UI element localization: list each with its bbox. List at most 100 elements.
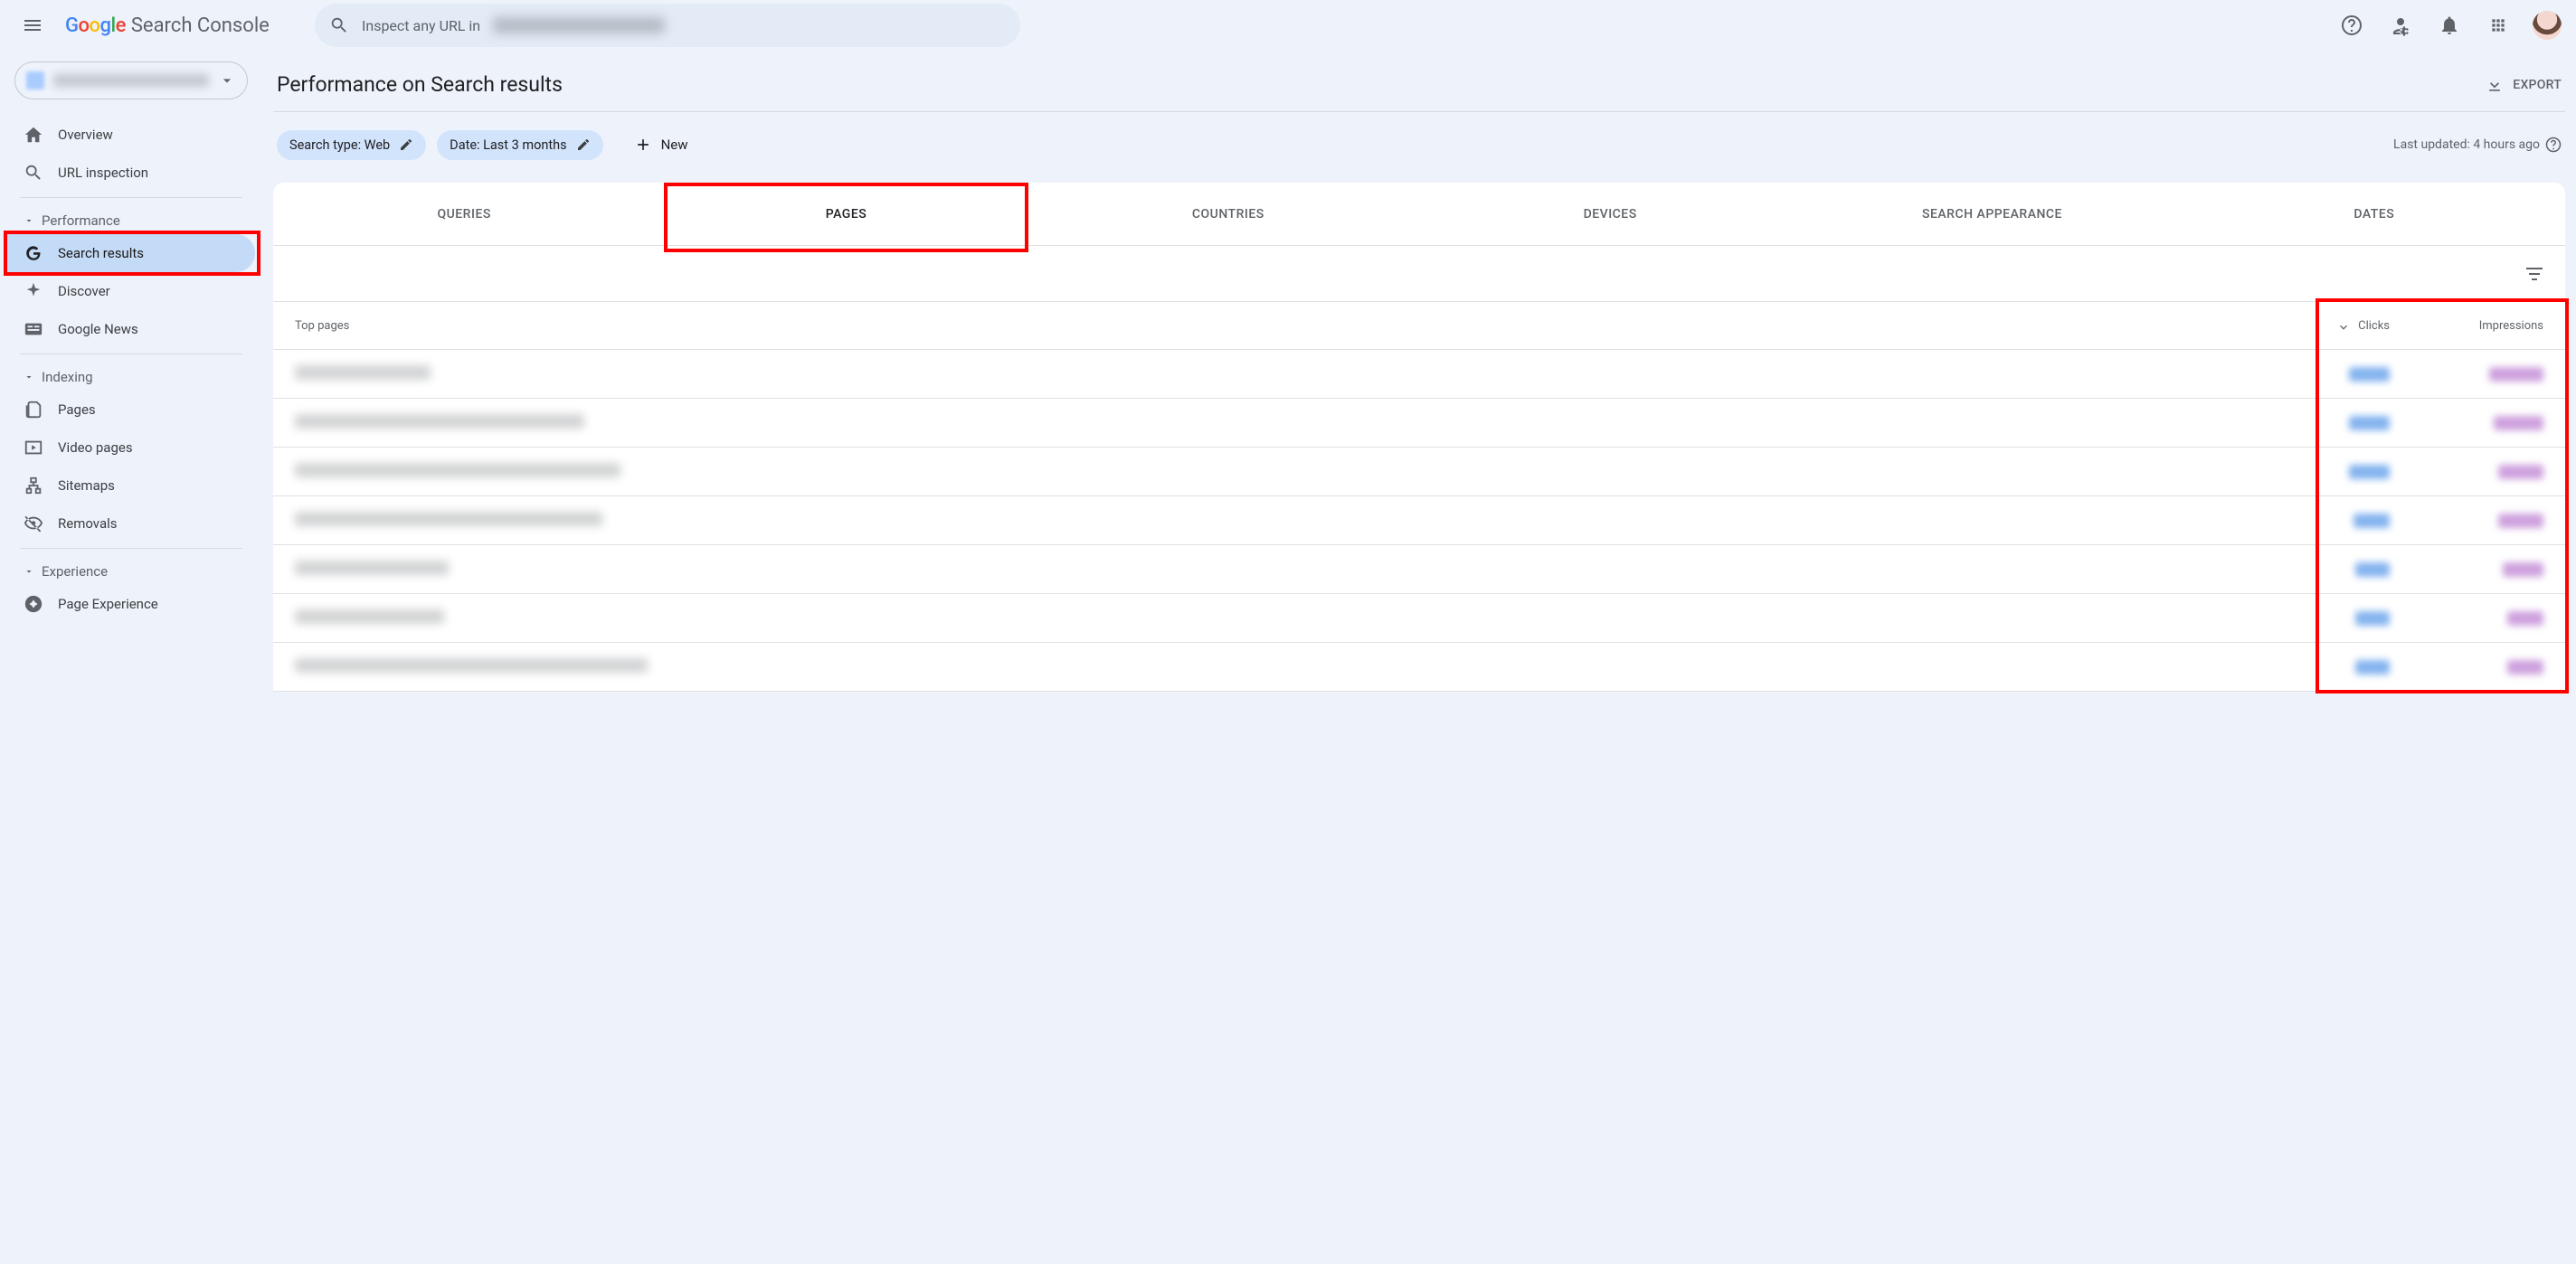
- chevron-down-icon: [24, 215, 34, 226]
- redacted-property: [493, 17, 665, 33]
- table-row[interactable]: [273, 496, 2565, 545]
- section-label: Performance: [42, 212, 120, 229]
- main-content: Performance on Search results EXPORT Sea…: [262, 51, 2576, 1264]
- sidebar-item-pages[interactable]: Pages: [7, 391, 255, 429]
- sidebar-item-label: Search results: [58, 245, 144, 261]
- sidebar-item-discover[interactable]: Discover: [7, 272, 255, 310]
- section-label: Indexing: [42, 369, 93, 385]
- sidebar-item-label: Pages: [58, 401, 96, 418]
- filter-chip-date[interactable]: Date: Last 3 months: [437, 130, 602, 160]
- download-icon: [2486, 76, 2504, 94]
- chevron-down-icon: [24, 566, 34, 577]
- google-g-icon: [24, 243, 43, 263]
- sitemap-icon: [24, 476, 43, 495]
- redacted-clicks: [2353, 514, 2390, 528]
- sidebar-section-performance[interactable]: Performance: [7, 203, 255, 234]
- redacted-property-name: [53, 74, 209, 87]
- sidebar-item-url-inspection[interactable]: URL inspection: [7, 154, 255, 192]
- sidebar-item-page-experience[interactable]: Page Experience: [7, 585, 255, 623]
- sidebar-section-indexing[interactable]: Indexing: [7, 360, 255, 391]
- search-placeholder-prefix: Inspect any URL in: [362, 17, 480, 34]
- plus-icon: [634, 136, 652, 154]
- redacted-impressions: [2498, 514, 2543, 528]
- sidebar-section-experience[interactable]: Experience: [7, 554, 255, 585]
- redacted-clicks: [2355, 611, 2390, 626]
- news-icon: [24, 319, 43, 339]
- redacted-page-url: [295, 561, 449, 575]
- export-button[interactable]: EXPORT: [2486, 76, 2562, 94]
- sidebar-item-video-pages[interactable]: Video pages: [7, 429, 255, 467]
- redacted-page-url: [295, 512, 602, 526]
- search-icon: [329, 15, 349, 35]
- chevron-down-icon: [24, 372, 34, 382]
- video-icon: [24, 438, 43, 457]
- help-icon[interactable]: [2545, 137, 2562, 153]
- table-row[interactable]: [273, 350, 2565, 399]
- redacted-impressions: [2489, 367, 2543, 382]
- redacted-impressions: [2503, 562, 2543, 577]
- discover-icon: [24, 281, 43, 301]
- tab-label: COUNTRIES: [1192, 207, 1264, 222]
- column-header-impressions[interactable]: Impressions: [2390, 319, 2543, 333]
- table-header-row: Top pages Clicks Impressions: [273, 302, 2565, 350]
- table-row[interactable]: [273, 545, 2565, 594]
- redacted-clicks: [2349, 367, 2390, 382]
- search-icon: [24, 163, 43, 183]
- user-settings-icon[interactable]: [2381, 5, 2420, 45]
- redacted-clicks: [2349, 465, 2390, 479]
- property-selector[interactable]: [14, 61, 248, 99]
- column-header-clicks[interactable]: Clicks: [2263, 318, 2390, 333]
- chip-label: Search type: Web: [289, 137, 390, 153]
- sidebar-item-label: Removals: [58, 515, 118, 532]
- notifications-icon[interactable]: [2429, 5, 2469, 45]
- tab-queries[interactable]: QUERIES: [273, 183, 655, 245]
- table-row[interactable]: [273, 399, 2565, 448]
- add-filter-button[interactable]: New: [621, 128, 701, 161]
- redacted-impressions: [2507, 660, 2543, 674]
- tab-countries[interactable]: COUNTRIES: [1037, 183, 1419, 245]
- table-filter-icon[interactable]: [2524, 263, 2545, 285]
- avatar[interactable]: [2533, 11, 2562, 40]
- sidebar-item-google-news[interactable]: Google News: [7, 310, 255, 348]
- pencil-icon: [399, 137, 413, 152]
- chevron-down-icon: [218, 71, 236, 90]
- tab-label: PAGES: [826, 207, 867, 222]
- tab-pages[interactable]: PAGES: [655, 183, 1037, 245]
- redacted-impressions: [2498, 465, 2543, 479]
- help-icon[interactable]: [2332, 5, 2372, 45]
- redacted-page-url: [295, 463, 620, 477]
- url-inspect-search[interactable]: Inspect any URL in: [315, 4, 1020, 47]
- data-card: QUERIES PAGES COUNTRIES DEVICES SEARCH A…: [273, 183, 2565, 692]
- sidebar-item-sitemaps[interactable]: Sitemaps: [7, 467, 255, 505]
- compass-icon: [24, 594, 43, 614]
- section-label: Experience: [42, 563, 108, 580]
- tab-label: DEVICES: [1584, 207, 1637, 222]
- apps-icon[interactable]: [2478, 5, 2518, 45]
- table-row[interactable]: [273, 448, 2565, 496]
- column-header-pages[interactable]: Top pages: [295, 319, 2263, 333]
- redacted-clicks: [2355, 660, 2390, 674]
- sidebar-item-search-results[interactable]: Search results: [7, 234, 255, 272]
- tab-search-appearance[interactable]: SEARCH APPEARANCE: [1801, 183, 2183, 245]
- filter-chip-search-type[interactable]: Search type: Web: [277, 130, 426, 160]
- tab-devices[interactable]: DEVICES: [1419, 183, 1801, 245]
- tab-label: DATES: [2353, 207, 2394, 222]
- sidebar-item-label: Overview: [58, 127, 113, 143]
- sidebar-item-label: Page Experience: [58, 596, 158, 612]
- property-thumb: [26, 71, 44, 90]
- tab-dates[interactable]: DATES: [2183, 183, 2565, 245]
- table-row[interactable]: [273, 594, 2565, 643]
- new-label: New: [661, 137, 688, 153]
- sidebar-item-label: Discover: [58, 283, 110, 299]
- export-label: EXPORT: [2513, 78, 2562, 92]
- hamburger-menu-button[interactable]: [14, 7, 51, 43]
- last-updated: Last updated: 4 hours ago: [2393, 137, 2562, 153]
- sidebar-item-overview[interactable]: Overview: [7, 116, 255, 154]
- redacted-page-url: [295, 609, 444, 624]
- col-label: Clicks: [2358, 319, 2390, 333]
- sidebar-item-removals[interactable]: Removals: [7, 505, 255, 542]
- dimension-tabs: QUERIES PAGES COUNTRIES DEVICES SEARCH A…: [273, 183, 2565, 246]
- redacted-impressions: [2494, 416, 2543, 430]
- table-row[interactable]: [273, 643, 2565, 692]
- redacted-clicks: [2349, 416, 2390, 430]
